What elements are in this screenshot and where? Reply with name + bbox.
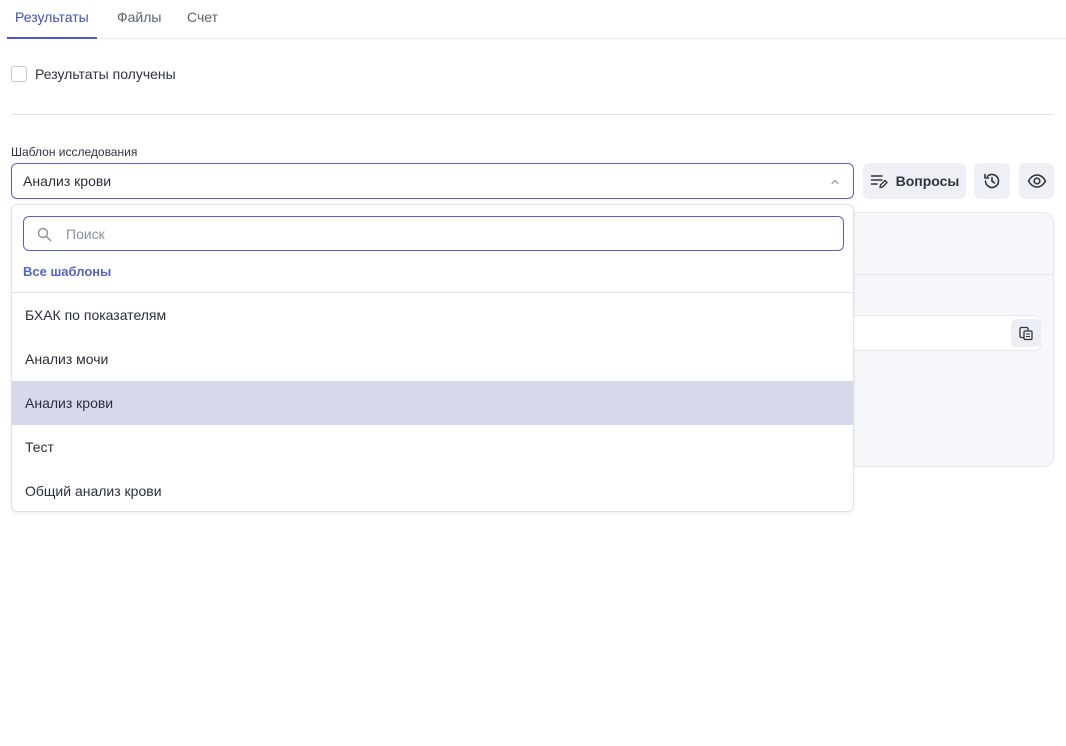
eye-icon — [1027, 174, 1046, 188]
template-option[interactable]: БХАК по показателям — [12, 293, 853, 337]
section-divider — [11, 114, 1054, 115]
copy-button[interactable] — [1011, 319, 1041, 347]
template-option-selected[interactable]: Анализ крови — [12, 381, 853, 425]
history-icon — [984, 173, 1000, 189]
template-option[interactable]: Тест — [12, 425, 853, 469]
chevron-up-icon — [831, 179, 839, 185]
card-divider — [821, 274, 1053, 275]
preview-button[interactable] — [1019, 163, 1054, 199]
dropdown-search-box[interactable] — [23, 216, 844, 251]
history-button[interactable] — [974, 163, 1010, 199]
tab-results[interactable]: Результаты — [7, 0, 97, 39]
questions-button[interactable]: Вопросы — [863, 163, 966, 199]
template-field-label: Шаблон исследования — [11, 145, 138, 159]
template-option[interactable]: Общий анализ крови — [12, 469, 853, 511]
template-options-list: БХАК по показателям Анализ мочи Анализ к… — [12, 293, 853, 511]
template-select-value: Анализ крови — [23, 173, 112, 189]
results-received-label: Результаты получены — [35, 66, 176, 82]
template-preview-card — [781, 212, 1054, 467]
tab-invoice[interactable]: Счет — [179, 0, 226, 39]
edit-list-icon — [870, 175, 888, 189]
search-input[interactable] — [66, 223, 826, 245]
tab-bar: Результаты Файлы Счет — [7, 0, 1066, 39]
questions-button-label: Вопросы — [895, 173, 960, 189]
template-dropdown: Все шаблоны БХАК по показателям Анализ м… — [11, 204, 854, 512]
copy-icon — [1019, 326, 1033, 341]
all-templates-link[interactable]: Все шаблоны — [23, 264, 111, 279]
search-icon — [37, 227, 52, 242]
results-received-row: Результаты получены — [11, 64, 176, 84]
template-select[interactable]: Анализ крови — [11, 163, 854, 199]
template-option[interactable]: Анализ мочи — [12, 337, 853, 381]
tab-files[interactable]: Файлы — [109, 0, 169, 39]
results-received-checkbox[interactable] — [11, 66, 27, 82]
